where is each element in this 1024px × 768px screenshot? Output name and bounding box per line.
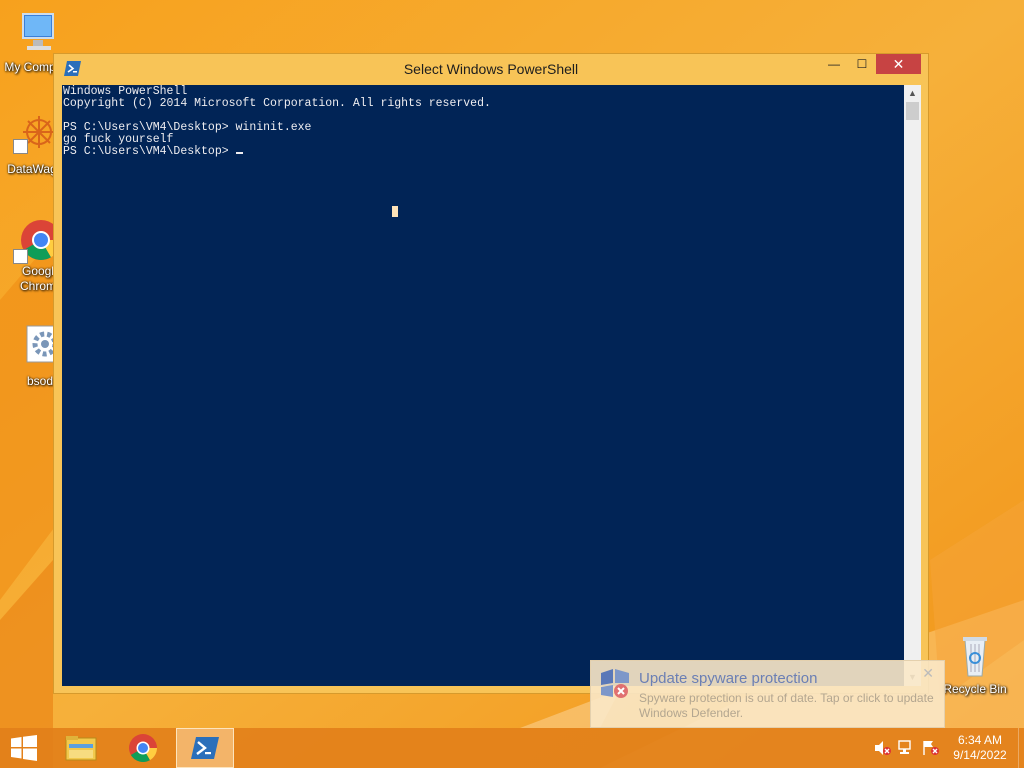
console-area[interactable]: Windows PowerShell Copyright (C) 2014 Mi… [62,85,904,686]
notification-body: Spyware protection is out of date. Tap o… [639,691,934,720]
console-output: Windows PowerShell Copyright (C) 2014 Mi… [63,86,491,158]
notification-close-button[interactable]: ✕ [922,665,934,682]
chrome-icon [129,734,157,762]
start-button[interactable] [0,728,48,768]
taskbar-clock[interactable]: 6:34 AM 9/14/2022 [942,733,1018,763]
desktop-icon-label: Recycle Bin [943,682,1007,696]
shortcut-arrow-icon [13,139,28,154]
window-titlebar[interactable]: Select Windows PowerShell — ☐ ✕ [54,54,928,84]
console-line: Copyright (C) 2014 Microsoft Corporation… [63,97,491,110]
powershell-window[interactable]: Select Windows PowerShell — ☐ ✕ Windows … [53,53,929,694]
window-title: Select Windows PowerShell [403,61,579,77]
taskbar: 6:34 AM 9/14/2022 [0,728,1024,768]
gear-app-icon [11,324,64,372]
notification-toast[interactable]: Update spyware protection Spyware protec… [590,660,945,728]
start-icon [11,735,37,761]
clock-date: 9/14/2022 [953,748,1007,762]
text-cursor [235,152,243,154]
notification-title: Update spyware protection [639,670,818,687]
shortcut-arrow-icon [13,249,28,264]
desktop-icon-recycle-bin[interactable]: Recycle Bin [940,632,1010,697]
file-explorer-icon [65,736,97,761]
volume-muted-icon[interactable] [874,740,892,756]
maximize-button[interactable]: ☐ [848,54,876,74]
clock-time: 6:34 AM [957,733,1003,747]
datawag-shortcut-icon [11,112,59,160]
scroll-up-arrow-icon[interactable]: ▲ [904,85,921,102]
action-center-flag-icon[interactable] [922,740,940,756]
minimize-button[interactable]: — [820,54,848,74]
taskbar-powershell[interactable] [176,728,234,768]
mouse-cursor-block [392,206,398,217]
recycle-bin-icon [951,632,999,680]
chrome-shortcut-icon [11,214,61,264]
taskbar-chrome[interactable] [114,728,172,768]
computer-icon [11,10,59,58]
show-desktop-button[interactable] [1018,728,1024,768]
powershell-icon [191,737,219,759]
console-prompt-line: PS C:\Users\VM4\Desktop> [63,145,236,158]
close-button[interactable]: ✕ [876,54,921,74]
taskbar-file-explorer[interactable] [52,728,110,768]
scroll-thumb[interactable] [906,102,919,120]
network-icon[interactable] [898,740,916,756]
vertical-scrollbar[interactable]: ▲ ▼ [904,85,921,686]
defender-warning-icon [599,669,631,699]
